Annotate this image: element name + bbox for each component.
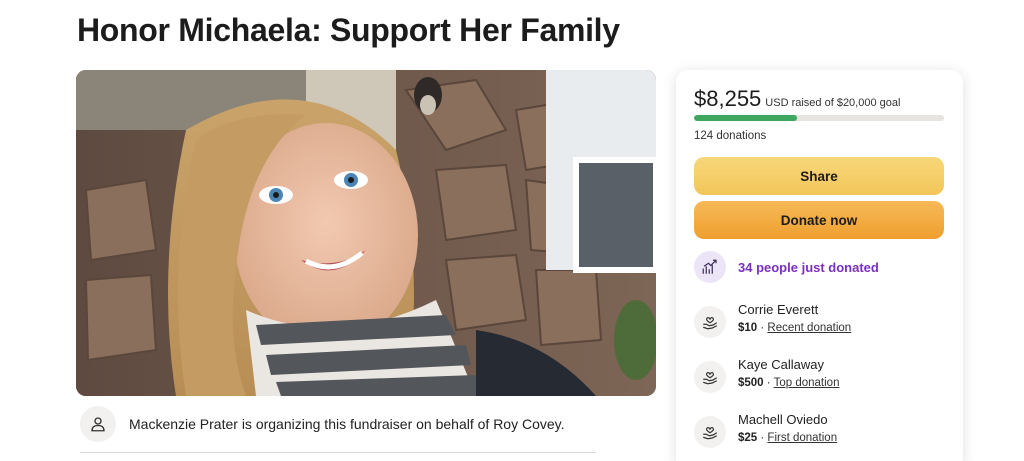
share-button[interactable]: Share — [694, 157, 944, 195]
donor-item: Machell Oviedo $25 · First donation — [694, 412, 837, 448]
donor-item: Kaye Callaway $500 · Top donation — [694, 357, 839, 393]
donor-meta: $25 · First donation — [738, 431, 837, 445]
donor-name: Corrie Everett — [738, 302, 819, 317]
donor-name: Machell Oviedo — [738, 412, 828, 427]
organizer-info: Mackenzie Prater is organizing this fund… — [80, 406, 565, 442]
donor-amount: $10 — [738, 322, 758, 334]
trend-text: 34 people just donated — [738, 259, 879, 275]
heart-hand-icon — [694, 416, 726, 448]
raised-amount: $8,255 — [694, 86, 762, 111]
donor-tag-link[interactable]: First donation — [767, 432, 837, 444]
donor-item: Corrie Everett $10 · Recent donation — [694, 302, 851, 338]
donor-amount: $500 — [738, 377, 764, 389]
donor-separator: · — [763, 377, 774, 389]
fundraiser-page: Honor Michaela: Support Her Family Macke… — [0, 0, 1024, 461]
donations-count: 124 donations — [694, 130, 767, 142]
recent-donations-trend: 34 people just donated — [694, 251, 879, 283]
trending-up-icon — [694, 251, 726, 283]
donor-name: Kaye Callaway — [738, 357, 824, 372]
donor-meta: $10 · Recent donation — [738, 321, 851, 335]
donor-details: Machell Oviedo $25 · First donation — [738, 412, 837, 445]
donor-meta: $500 · Top donation — [738, 376, 839, 390]
donation-card: $8,255 USD raised of $20,000 goal 124 do… — [676, 70, 963, 461]
raised-summary: $8,255 USD raised of $20,000 goal — [694, 86, 900, 112]
progress-fill — [694, 115, 797, 121]
section-divider — [80, 452, 596, 453]
progress-bar — [694, 115, 944, 121]
user-icon — [80, 406, 116, 442]
page-title: Honor Michaela: Support Her Family — [77, 12, 620, 48]
donor-separator: · — [757, 432, 768, 444]
hero-photo-image — [76, 70, 656, 396]
donor-details: Kaye Callaway $500 · Top donation — [738, 357, 839, 390]
goal-text: USD raised of $20,000 goal — [765, 97, 901, 109]
heart-hand-icon — [694, 361, 726, 393]
heart-hand-icon — [694, 306, 726, 338]
donor-tag-link[interactable]: Recent donation — [767, 322, 851, 334]
donate-now-button[interactable]: Donate now — [694, 201, 944, 239]
donor-amount: $25 — [738, 432, 758, 444]
hero-photo[interactable] — [76, 70, 656, 396]
donor-tag-link[interactable]: Top donation — [774, 377, 840, 389]
donor-details: Corrie Everett $10 · Recent donation — [738, 302, 851, 335]
organizer-text: Mackenzie Prater is organizing this fund… — [129, 416, 565, 432]
donor-separator: · — [757, 322, 768, 334]
